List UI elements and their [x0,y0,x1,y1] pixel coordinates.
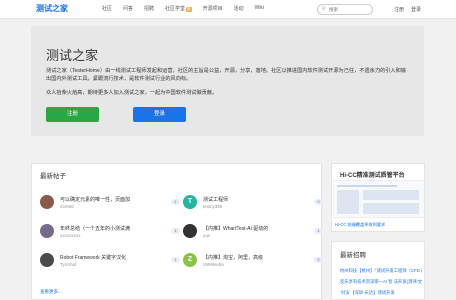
post-author[interactable]: s3r566 [60,204,74,209]
hero-subtitle: 众人拾柴火焰高，期待更多人加入测试之家，一起为中国软件测试做贡献。 [46,90,218,96]
main-nav: 社区 问答 招聘 社区学堂新 开源项目 活动 Wiki [102,5,275,12]
search-input[interactable] [329,6,371,13]
ad-caption[interactable]: Hi-CC 前端覆盖率收到要求 [335,222,385,228]
ad-title[interactable]: Hi-CC精准测试质管平台 [340,170,405,179]
post-title[interactable]: 可以确定元素的唯一性，页面加 [60,196,130,203]
hero-banner: 测试之家 测试之家（TesterHome）由一线测试工程师发起和运营，社区的主旨… [31,26,424,136]
post-item[interactable]: 可以确定元素的唯一性，页面加 s3r566 1 [40,193,180,215]
job-link[interactable]: 反乐享有技术资深嵌一AI 智 法开发(测评/文 [340,279,422,285]
post-title[interactable]: 测试工程师 [203,196,228,203]
post-author[interactable]: 2999lesba [203,262,224,267]
image-block [363,190,419,200]
post-title[interactable]: 【内推】淘宝，阿里，高级 [203,254,263,261]
latest-posts-title: 最新帖子 [40,173,66,180]
job-link[interactable]: 杭州科技【杭州】『测试开发工程师（CFD 视 P5）', [340,268,422,274]
post-title[interactable]: 【内推】WhartTest-AI 驱动的 [203,225,268,232]
hero-login-button[interactable]: 登录 [133,107,186,122]
reply-count-badge: 0 [314,199,323,205]
job-link[interactable]: '对法'【深圳-长达】测试开发 [340,290,422,296]
user-avatar[interactable] [40,224,54,238]
register-link[interactable]: 注册 [394,6,404,13]
search-box[interactable]: ⚲ [317,4,373,15]
nav-item-community[interactable]: 社区 [102,5,112,12]
reply-count-badge: 1 [314,228,323,234]
nav-item-events[interactable]: 活动 [234,5,244,12]
nav-item-jobs[interactable]: 招聘 [144,5,154,12]
top-navbar: 测试之家 社区 问答 招聘 社区学堂新 开源项目 活动 Wiki ⚲ 注册 登录 [0,0,456,19]
ad-panel[interactable]: Hi-CC精准测试质管平台 Hi-CC 前端覆盖率收到要求 [331,163,425,232]
post-item[interactable]: T 测试工程师 testcy366 0 [183,193,323,215]
latest-jobs-panel: 最新招聘 杭州科技【杭州】『测试开发工程师（CFD 视 P5）', 反乐享有技术… [331,241,425,300]
reply-count-badge: 2 [314,257,323,263]
nav-item-qa[interactable]: 问答 [123,5,133,12]
hero-title: 测试之家 [46,48,99,63]
image-block [363,203,419,214]
latest-jobs-title: 最新招聘 [340,252,366,259]
nav-item-wiki[interactable]: Wiki [255,5,264,12]
user-avatar[interactable]: Z [183,253,197,267]
reply-count-badge: 1 [171,257,180,263]
latest-posts-panel: 最新帖子 可以确定元素的唯一性，页面加 s3r566 1 T 测试工程师 tes… [31,163,323,300]
user-avatar[interactable] [183,224,197,238]
post-item[interactable]: Robot Framework 关键字汉化 TySchaf 1 [40,251,180,273]
ad-screenshot-image[interactable] [333,180,424,218]
post-title[interactable]: Robot Framework 关键字汉化 [60,254,126,261]
new-badge: 新 [186,7,192,12]
post-item[interactable]: 【内推】WhartTest-AI 驱动的 yqs 1 [183,222,323,244]
post-author[interactable]: TySchaf [60,262,76,267]
reply-count-badge: 1 [171,199,180,205]
post-author[interactable]: testcy366 [203,204,222,209]
hero-description: 测试之家（TesterHome）由一线测试工程师发起和运营，社区的主旨是公益，开… [46,68,406,82]
user-avatar[interactable] [40,195,54,209]
post-title[interactable]: 年终总结（一个五年的小测试满 [60,225,130,232]
see-more-link[interactable]: 查看更多... [40,289,62,295]
user-avatar[interactable]: T [183,195,197,209]
user-avatar[interactable] [40,253,54,267]
post-author[interactable]: xxxxxx2xx [60,233,81,238]
image-block [337,190,359,214]
image-bar [337,185,397,187]
reply-count-badge: 1 [171,228,180,234]
post-item[interactable]: Z 【内推】淘宝，阿里，高级 2999lesba 2 [183,251,323,273]
site-logo[interactable]: 测试之家 [36,3,68,14]
nav-item-academy[interactable]: 社区学堂新 [165,5,192,12]
post-item[interactable]: 年终总结（一个五年的小测试满 xxxxxx2xx 1 [40,222,180,244]
nav-item-open-source[interactable]: 开源项目 [203,5,223,12]
search-icon: ⚲ [322,6,326,12]
login-link[interactable]: 登录 [411,6,421,13]
nav-item-academy-label: 社区学堂 [165,6,186,12]
post-author[interactable]: yqs [203,233,210,238]
hero-register-button[interactable]: 注册 [46,107,99,122]
